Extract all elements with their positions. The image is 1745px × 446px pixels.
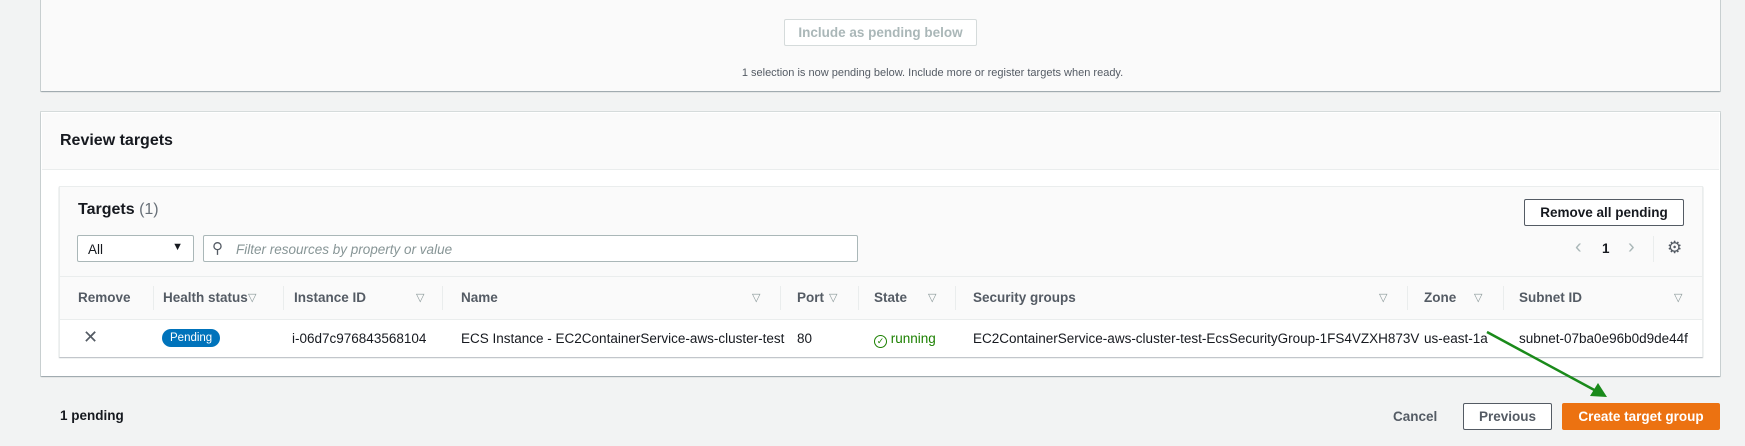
annotation-arrow (1486, 330, 1607, 397)
